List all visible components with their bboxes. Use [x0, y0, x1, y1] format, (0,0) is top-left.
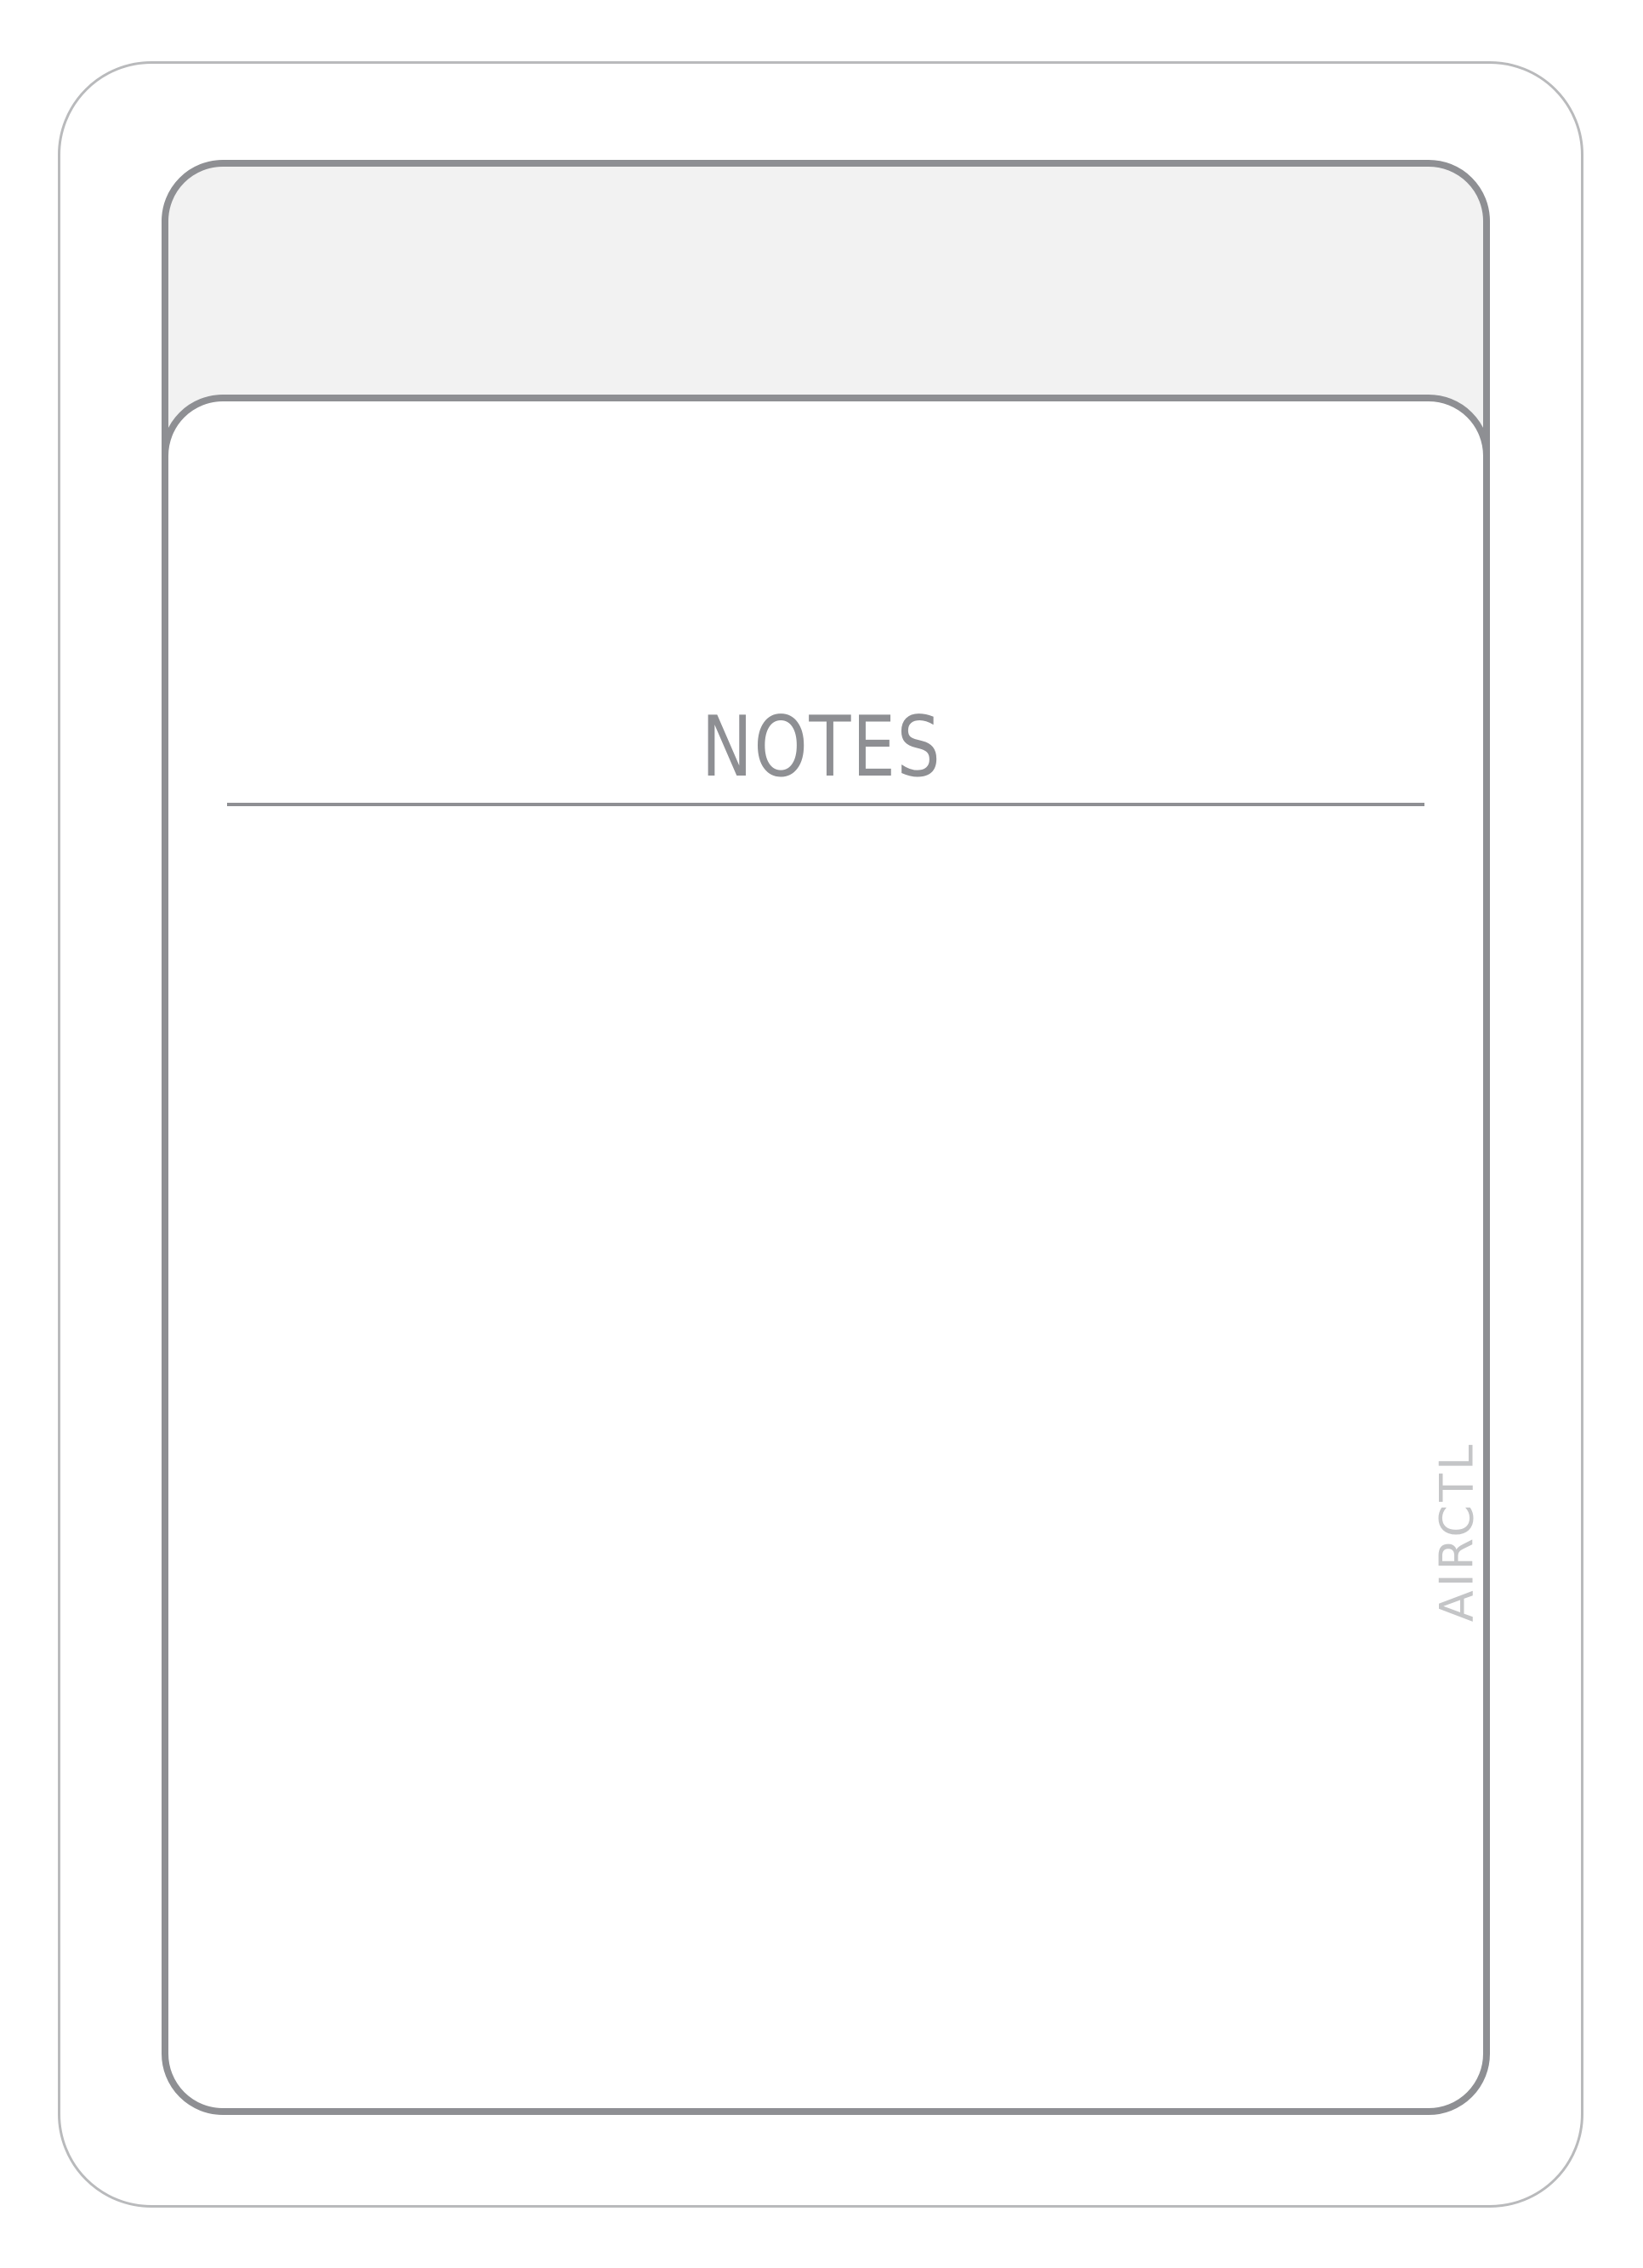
brand-watermark: AIRCTL [1430, 1441, 1484, 1623]
notes-title: NOTES [701, 699, 942, 796]
notes-panel [162, 395, 1490, 2115]
title-divider [227, 803, 1424, 806]
